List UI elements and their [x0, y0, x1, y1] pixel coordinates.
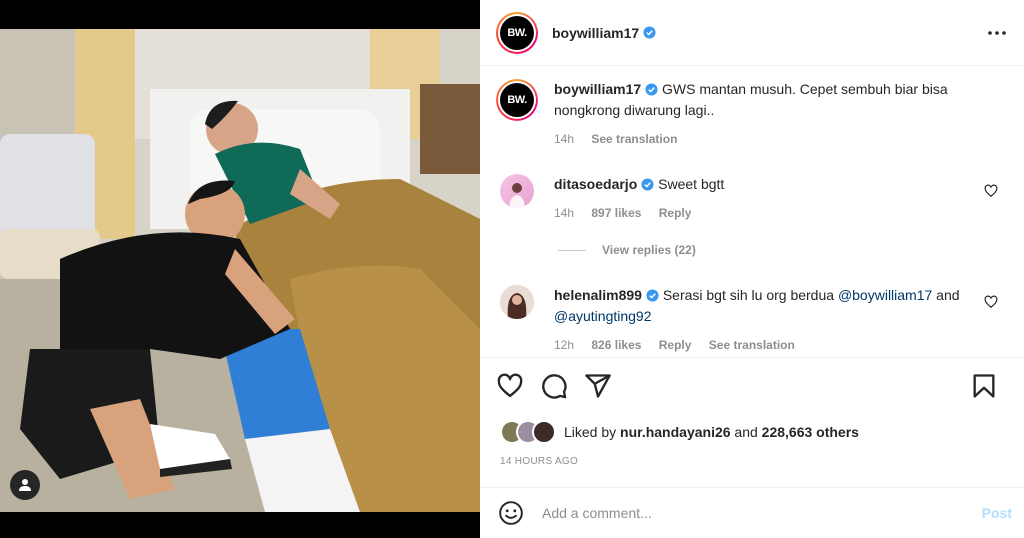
comment-likes[interactable]: 826 likes — [591, 338, 641, 352]
reply-button[interactable]: Reply — [659, 338, 692, 352]
commenter-avatar[interactable] — [500, 174, 534, 208]
post-comment-button[interactable]: Post — [982, 505, 1012, 521]
heart-icon[interactable] — [496, 372, 524, 400]
tagged-user-button[interactable] — [10, 470, 40, 500]
comment-text: Sweet bgtt — [658, 176, 725, 192]
see-translation-button[interactable]: See translation — [709, 338, 795, 352]
comment-time[interactable]: 12h — [554, 338, 574, 352]
verified-badge-icon — [645, 83, 658, 96]
heart-icon[interactable] — [984, 184, 998, 198]
post-photo[interactable] — [0, 29, 480, 512]
verified-badge-icon — [643, 26, 656, 39]
user-icon — [19, 479, 31, 491]
caption-avatar[interactable]: BW. — [496, 79, 538, 121]
comments-list[interactable]: BW. boywilliam17 GWS mantan musuh. Cepet… — [480, 67, 1024, 357]
bookmark-icon[interactable] — [970, 372, 998, 400]
comment-item: ditasoedarjo Sweet bgtt 14h 897 likes Re… — [496, 174, 1008, 244]
post-actions: Liked by nur.handayani26 and 228,663 oth… — [480, 357, 1024, 487]
reply-button[interactable]: Reply — [659, 206, 692, 220]
liker-username[interactable]: nur.handayani26 — [620, 424, 730, 440]
author-username[interactable]: boywilliam17 — [552, 25, 639, 41]
post-media[interactable] — [0, 0, 480, 538]
divider — [558, 249, 586, 251]
mention-link[interactable]: @boywilliam17 — [838, 287, 932, 303]
mention-link[interactable]: @ayutingting92 — [554, 308, 652, 324]
post-timestamp[interactable]: 14 HOURS AGO — [500, 456, 578, 467]
emoji-icon[interactable] — [498, 500, 524, 526]
heart-icon[interactable] — [984, 295, 998, 309]
post-sidebar: BW. boywilliam17 BW. boywilliam17 GWS ma… — [480, 0, 1024, 538]
see-translation-button[interactable]: See translation — [591, 132, 677, 146]
share-icon[interactable] — [584, 372, 612, 400]
more-horizontal-icon[interactable] — [986, 22, 1008, 44]
verified-badge-icon — [646, 289, 659, 302]
comment-likes[interactable]: 897 likes — [591, 206, 641, 220]
post-header: BW. boywilliam17 — [480, 0, 1024, 66]
avatar — [532, 420, 556, 444]
caption-username[interactable]: boywilliam17 — [554, 81, 641, 97]
author-avatar[interactable]: BW. — [496, 11, 538, 54]
comment-item: helenalim899 Serasi bgt sih lu org berdu… — [496, 285, 1008, 357]
caption-time[interactable]: 14h — [554, 132, 574, 146]
verified-badge-icon — [641, 178, 654, 191]
comment-username[interactable]: ditasoedarjo — [554, 176, 637, 192]
liked-by: Liked by nur.handayani26 and 228,663 oth… — [500, 420, 859, 444]
comment-icon[interactable] — [540, 372, 568, 400]
likes-count[interactable]: 228,663 others — [762, 424, 859, 440]
liker-avatars[interactable] — [500, 420, 558, 444]
comment-time[interactable]: 14h — [554, 206, 574, 220]
add-comment-bar: Add a comment... Post — [480, 487, 1024, 538]
view-replies-button[interactable]: View replies (22) — [558, 243, 696, 257]
comment-text: Serasi bgt sih lu org berdua — [662, 287, 838, 303]
caption: BW. boywilliam17 GWS mantan musuh. Cepet… — [496, 79, 1008, 159]
comment-input[interactable]: Add a comment... — [542, 505, 652, 521]
hospital-photo-illustration — [0, 29, 480, 512]
commenter-avatar[interactable] — [500, 285, 534, 319]
comment-username[interactable]: helenalim899 — [554, 287, 642, 303]
